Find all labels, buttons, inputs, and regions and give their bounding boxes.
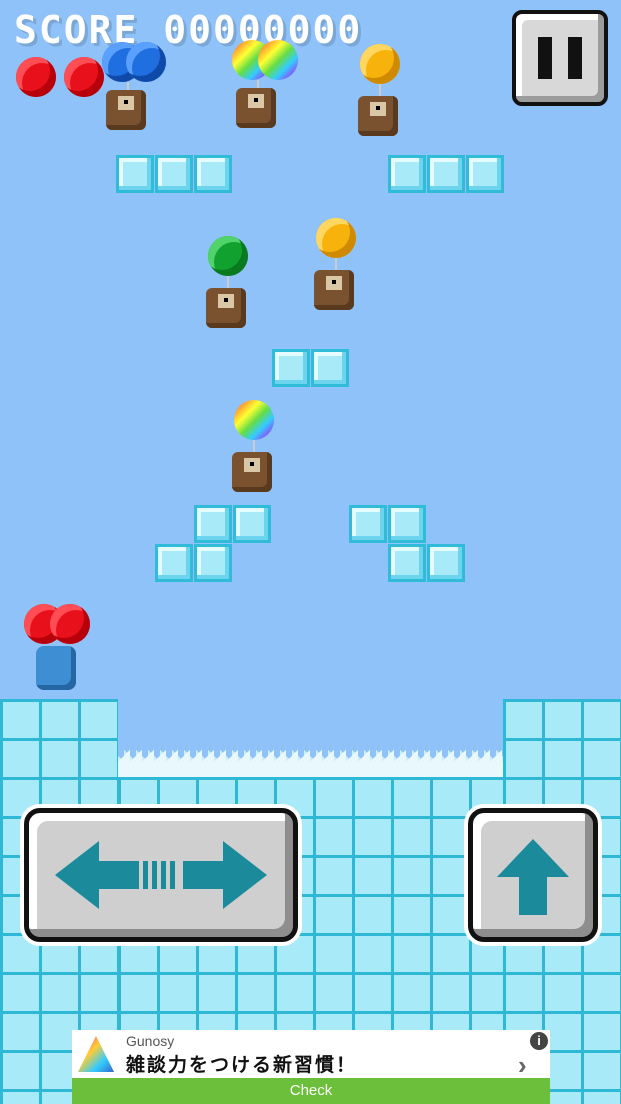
ad-headline: 雑談力をつける新習慣！ [126, 1055, 358, 1076]
life-balloon-icon [16, 57, 56, 97]
ad-check-button[interactable]: Check [72, 1078, 550, 1104]
enemy-bird [354, 44, 406, 136]
spike-row [118, 735, 503, 777]
info-icon[interactable]: i [530, 1032, 548, 1050]
enemy-bird [232, 40, 298, 128]
platform [388, 155, 504, 193]
platform [272, 349, 349, 387]
platform [388, 544, 465, 582]
ad-banner[interactable]: Gunosy 雑談力をつける新習慣！ i › Check [72, 1030, 550, 1104]
ad-logo-icon [78, 1036, 114, 1072]
up-arrow-icon [497, 839, 569, 915]
move-button[interactable] [24, 808, 298, 942]
platform [349, 505, 426, 543]
pause-button[interactable] [512, 10, 608, 106]
enemy-bird [310, 218, 362, 310]
life-balloon-icon [64, 57, 104, 97]
enemy-bird [228, 400, 280, 492]
jump-button[interactable] [468, 808, 598, 942]
chevron-right-icon[interactable]: › [518, 1050, 527, 1081]
enemy-bird [102, 42, 166, 130]
pause-icon [538, 37, 552, 79]
platform [194, 505, 271, 543]
ad-brand: Gunosy [126, 1033, 175, 1049]
score-display: SCORE 00000000 [14, 8, 362, 52]
platform [116, 155, 232, 193]
left-right-arrow-icon [55, 841, 267, 909]
player-bird [24, 604, 94, 690]
enemy-bird [202, 236, 254, 328]
platform [155, 544, 232, 582]
